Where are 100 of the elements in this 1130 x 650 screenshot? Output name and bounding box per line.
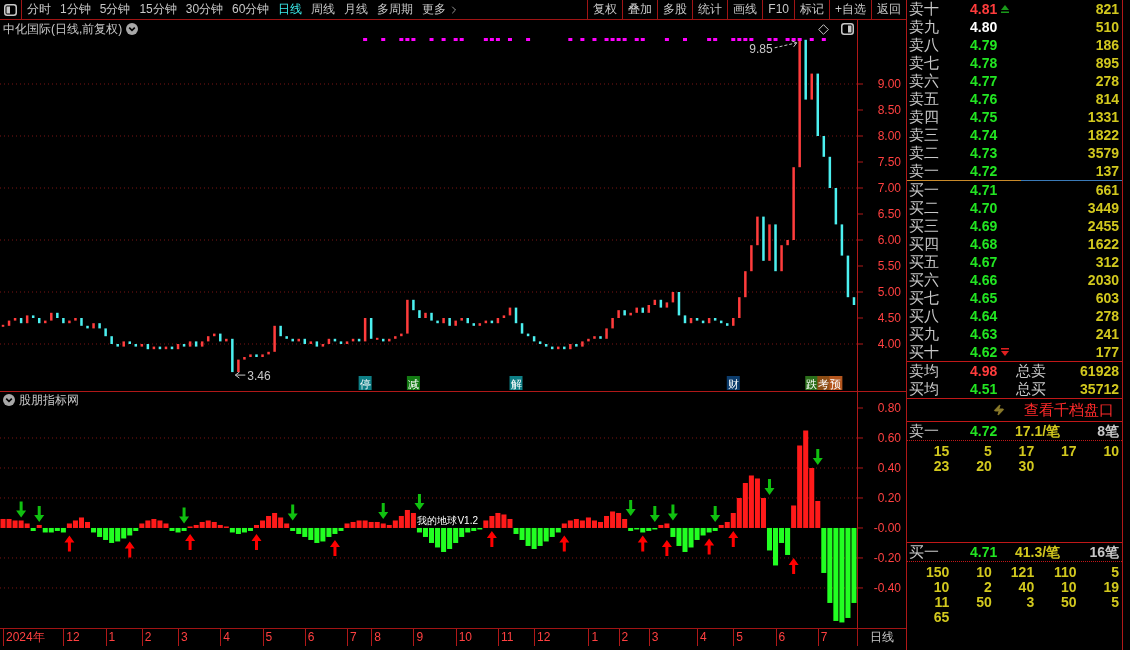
toolbar-button[interactable]: 多股	[657, 0, 693, 19]
level-label: 卖八	[908, 36, 940, 54]
volume: 603	[1095, 289, 1120, 307]
date-label: 12	[534, 629, 551, 646]
price: 4.74	[970, 126, 998, 144]
average-size: 41.3/笔	[1015, 543, 1061, 561]
period-tab[interactable]: 15分钟	[139, 0, 177, 19]
volume: 278	[1095, 307, 1120, 325]
volume: 2455	[1087, 217, 1120, 235]
price: 4.73	[970, 144, 998, 162]
order-size: 10	[1102, 444, 1119, 459]
level-label: 卖九	[908, 18, 940, 36]
up-arrow-icon	[788, 557, 799, 574]
down-arrow-icon	[287, 504, 298, 521]
price: 4.98	[970, 362, 999, 380]
down-arrow-icon	[812, 449, 823, 465]
axis-label: 5.50	[877, 259, 901, 273]
up-arrow-icon	[185, 533, 196, 550]
order-size: 30	[1017, 459, 1035, 474]
axis-label: 8.50	[877, 103, 901, 117]
period-tab[interactable]: 周线	[311, 0, 336, 19]
price: 4.69	[970, 217, 998, 235]
up-arrow-icon	[124, 541, 135, 558]
toolbar-button[interactable]: 复权	[587, 0, 623, 19]
period-tab[interactable]: 60分钟	[232, 0, 270, 19]
price: 4.75	[970, 108, 998, 126]
period-tab[interactable]: 30分钟	[185, 0, 224, 19]
toolbar-button[interactable]: 返回	[871, 0, 906, 19]
period-tab[interactable]: 分时	[27, 0, 51, 19]
price: 4.81	[970, 0, 998, 18]
level-label: 买九	[908, 325, 940, 343]
period-tab[interactable]: 日线	[278, 0, 303, 19]
volume: 3579	[1087, 144, 1120, 162]
volume: 278	[1095, 72, 1120, 90]
axis-label: 9.00	[877, 77, 901, 91]
up-arrow-icon	[637, 535, 648, 552]
volume: 895	[1095, 54, 1120, 72]
level-label: 卖七	[908, 54, 940, 72]
order-size: 11	[933, 595, 950, 610]
chevron-circle-icon[interactable]	[3, 394, 15, 406]
price: 4.67	[970, 253, 998, 271]
level-label: 买四	[908, 235, 940, 253]
level-label: 卖十	[908, 0, 940, 18]
toolbar-button[interactable]: 叠加	[622, 0, 658, 19]
panel-icon[interactable]	[4, 3, 17, 16]
up-arrow-icon	[329, 539, 340, 556]
total-volume: 35712	[1080, 380, 1120, 398]
lightning-icon	[993, 404, 1005, 416]
price-annotation: 3.46	[247, 369, 271, 384]
event-tag: 解	[509, 376, 523, 390]
date-label: 4	[220, 629, 230, 646]
axis-label: 0.20	[877, 491, 901, 505]
order-size: 65	[932, 610, 950, 625]
down-arrow-icon	[649, 505, 660, 522]
chevron-circle-icon[interactable]	[126, 23, 139, 35]
order-size: 121	[1009, 565, 1035, 580]
order-size: 150	[925, 565, 950, 580]
down-arrow-icon	[710, 505, 721, 522]
toolbar-button[interactable]: +自选	[829, 0, 871, 19]
toolbar-button[interactable]: 统计	[692, 0, 728, 19]
level-label: 卖五	[908, 90, 940, 108]
date-label: 2	[618, 629, 629, 646]
depth-button[interactable]: 查看千档盘口	[993, 400, 1114, 420]
level-label: 卖二	[908, 144, 940, 162]
price: 4.64	[970, 307, 998, 325]
volume: 186	[1095, 36, 1120, 54]
axis-label: 7.00	[877, 181, 901, 195]
order-size: 2	[983, 580, 992, 595]
diamond-icon[interactable]	[818, 23, 829, 35]
order-size: 10	[975, 565, 992, 580]
event-tag: 减	[406, 376, 420, 390]
period-tab[interactable]: 5分钟	[99, 0, 131, 19]
volume: 1331	[1087, 108, 1120, 126]
level-label: 买均	[908, 380, 940, 398]
period-tab[interactable]: 月线	[344, 0, 369, 19]
order-count: 8笔	[1097, 422, 1120, 440]
level-label: 买十	[908, 343, 940, 361]
order-size: 23	[932, 459, 950, 474]
level-label: 卖六	[908, 72, 940, 90]
axis-label: 8.00	[877, 129, 901, 143]
panel-icon[interactable]	[841, 23, 854, 35]
toolbar-button[interactable]: 画线	[727, 0, 763, 19]
toolbar-button[interactable]: F10	[762, 0, 794, 19]
axis-label: 6.00	[877, 233, 901, 247]
level-label: 买八	[908, 307, 940, 325]
axis-label: 5.00	[877, 285, 901, 299]
order-size: 50	[1060, 595, 1077, 610]
volume: 814	[1095, 90, 1120, 108]
period-tab[interactable]: 1分钟	[60, 0, 91, 19]
order-size: 10	[1060, 580, 1077, 595]
toolbar-button[interactable]: 标记	[794, 0, 829, 19]
order-size: 40	[1017, 580, 1035, 595]
order-size: 110	[1053, 565, 1077, 580]
more-button[interactable]: 更多	[422, 0, 461, 19]
axis-label: 6.50	[877, 207, 901, 221]
axis-label: -0.40	[873, 580, 901, 595]
period-tab[interactable]: 多周期	[377, 0, 414, 19]
date-label: 3	[648, 629, 659, 646]
price: 4.65	[970, 289, 998, 307]
axis-label: 7.50	[877, 155, 901, 169]
